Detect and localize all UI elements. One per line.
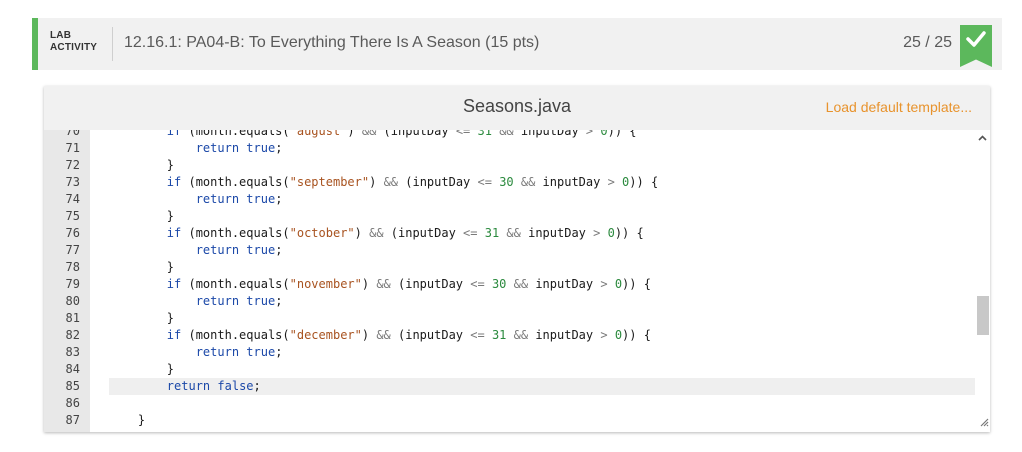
code-line[interactable] <box>109 395 975 412</box>
line-number: 84 <box>65 362 80 376</box>
header-divider <box>112 27 113 61</box>
line-number: 82 <box>65 328 80 342</box>
vertical-scrollbar[interactable] <box>975 130 990 432</box>
line-number: 85 <box>65 379 80 393</box>
line-number: 83 <box>65 345 80 359</box>
score: 25 / 25 <box>903 34 952 51</box>
line-number: 86 <box>65 396 80 410</box>
code-line[interactable]: } <box>109 157 975 174</box>
resize-grip-icon <box>980 418 989 427</box>
code-line[interactable]: if (month.equals("october") && (inputDay… <box>109 225 975 242</box>
line-number: 70 <box>65 130 80 138</box>
lab-label-line1: LAB <box>50 30 72 41</box>
editor-header: Seasons.java Load default template... <box>44 86 990 130</box>
code-line[interactable]: if (month.equals("december") && (inputDa… <box>109 327 975 344</box>
line-number: 75 <box>65 209 80 223</box>
line-number: 76 <box>65 226 80 240</box>
line-number: 73 <box>65 175 80 189</box>
lab-activity-header: LAB ACTIVITY 12.16.1: PA04-B: To Everyth… <box>32 18 1002 70</box>
code-line[interactable]: } <box>109 361 975 378</box>
code-line[interactable]: return true; <box>109 293 975 310</box>
scrollbar-thumb <box>977 296 989 335</box>
code-line[interactable]: } <box>109 259 975 276</box>
code-line[interactable]: return true; <box>109 242 975 259</box>
scroll-up-arrow-icon <box>978 135 987 141</box>
line-number: 74 <box>65 192 80 206</box>
lab-label-line2: ACTIVITY <box>50 42 98 53</box>
code-area[interactable]: 70 71 72 73 74 75 76 77 78 79 80 81 82 83 84 85 86 87 if … <box>44 130 990 432</box>
line-number: 77 <box>65 243 80 257</box>
code-editor-panel: Seasons.java Load default template... 70… <box>44 86 990 432</box>
code-line[interactable]: return true; <box>109 140 975 157</box>
line-number: 81 <box>65 311 80 325</box>
code-line[interactable]: } <box>109 310 975 327</box>
code-line[interactable]: } <box>109 412 975 429</box>
code-line[interactable]: return false; <box>109 378 975 395</box>
code-line[interactable]: return true; <box>109 191 975 208</box>
line-number: 79 <box>65 277 80 291</box>
check-icon <box>966 31 986 47</box>
line-number: 87 <box>65 413 80 427</box>
load-default-template-link[interactable]: Load default template... <box>826 99 972 115</box>
code-line[interactable]: return true; <box>109 344 975 361</box>
line-number: 80 <box>65 294 80 308</box>
code-line[interactable]: } <box>109 208 975 225</box>
lab-activity-label: LAB ACTIVITY <box>50 30 97 54</box>
line-number-gutter: 70 71 72 73 74 75 76 77 78 79 80 81 82 83 84 85 86 87 <box>44 130 90 432</box>
code-line[interactable]: if (month.equals("september") && (inputD… <box>109 174 975 191</box>
code-line[interactable]: if (month.equals("august") && (inputDay … <box>109 130 975 140</box>
line-number: 78 <box>65 260 80 274</box>
code-line[interactable]: if (month.equals("november") && (inputDa… <box>109 276 975 293</box>
line-number: 72 <box>65 158 80 172</box>
completion-badge <box>960 25 992 67</box>
line-number: 71 <box>65 141 80 155</box>
activity-title: 12.16.1: PA04-B: To Everything There Is … <box>124 34 540 51</box>
